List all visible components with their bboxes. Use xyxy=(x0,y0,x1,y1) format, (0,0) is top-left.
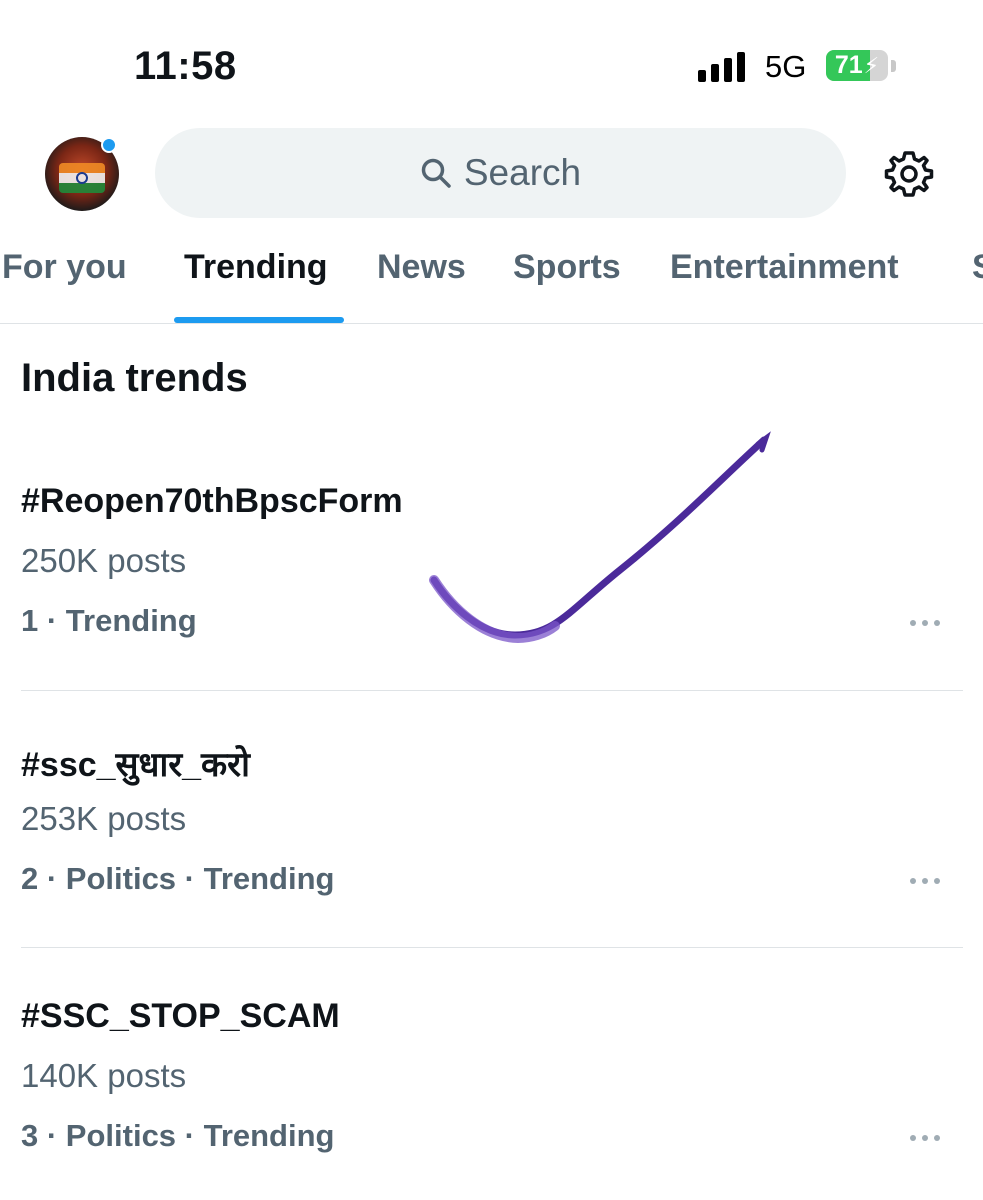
trend-post-count: 140K posts xyxy=(21,1057,187,1094)
battery-percent: 71 xyxy=(834,51,863,79)
notification-dot xyxy=(101,137,117,153)
row-divider xyxy=(21,690,963,691)
checkmark-annotation-icon xyxy=(429,431,771,644)
gear-icon[interactable] xyxy=(884,149,934,199)
status-time: 11:58 xyxy=(134,44,237,88)
tab-for-you[interactable]: For you xyxy=(2,248,127,324)
battery-cap xyxy=(891,60,896,72)
tab-entertainment[interactable]: Entertainment xyxy=(670,248,899,324)
explore-screen: 11:58 5G 71 ⚡ Search For you Trending New… xyxy=(0,0,983,1200)
more-options-icon[interactable] xyxy=(906,1133,944,1143)
more-options-icon[interactable] xyxy=(906,876,944,886)
trend-name: #ssc_सुधार_करो xyxy=(21,746,250,784)
network-type: 5G xyxy=(765,49,807,84)
charging-bolt-icon: ⚡ xyxy=(863,52,880,78)
trend-item[interactable]: #SSC_STOP_SCAM 140K posts 3 · Politics ·… xyxy=(0,997,983,1200)
tab-sports[interactable]: Sports xyxy=(513,248,621,324)
section-title: India trends xyxy=(21,356,248,400)
tab-trending[interactable]: Trending xyxy=(184,248,328,324)
trend-meta: 1 · Trending xyxy=(21,603,197,638)
cellular-signal-icon xyxy=(698,52,746,82)
trend-item[interactable]: #ssc_सुधार_करो 253K posts 2 · Politics ·… xyxy=(0,740,983,998)
search-icon xyxy=(421,158,451,188)
trend-meta: 2 · Politics · Trending xyxy=(21,861,335,896)
search-input[interactable]: Search xyxy=(155,128,846,218)
more-options-icon[interactable] xyxy=(906,618,944,628)
search-placeholder: Search xyxy=(463,152,582,193)
explore-tabs: For you Trending News Sports Entertainme… xyxy=(0,248,983,324)
row-divider xyxy=(21,947,963,948)
tab-news[interactable]: News xyxy=(377,248,466,324)
trend-name: #SSC_STOP_SCAM xyxy=(21,997,340,1035)
tab-overflow[interactable]: S xyxy=(972,248,983,324)
avatar-chakra-graphic xyxy=(76,172,88,184)
battery-icon: 71 ⚡ xyxy=(826,50,888,81)
trend-meta: 3 · Politics · Trending xyxy=(21,1118,335,1153)
tabs-divider xyxy=(0,323,983,324)
trend-post-count: 253K posts xyxy=(21,800,187,837)
trend-post-count: 250K posts xyxy=(21,542,187,579)
trend-name: #Reopen70thBpscForm xyxy=(21,482,403,520)
